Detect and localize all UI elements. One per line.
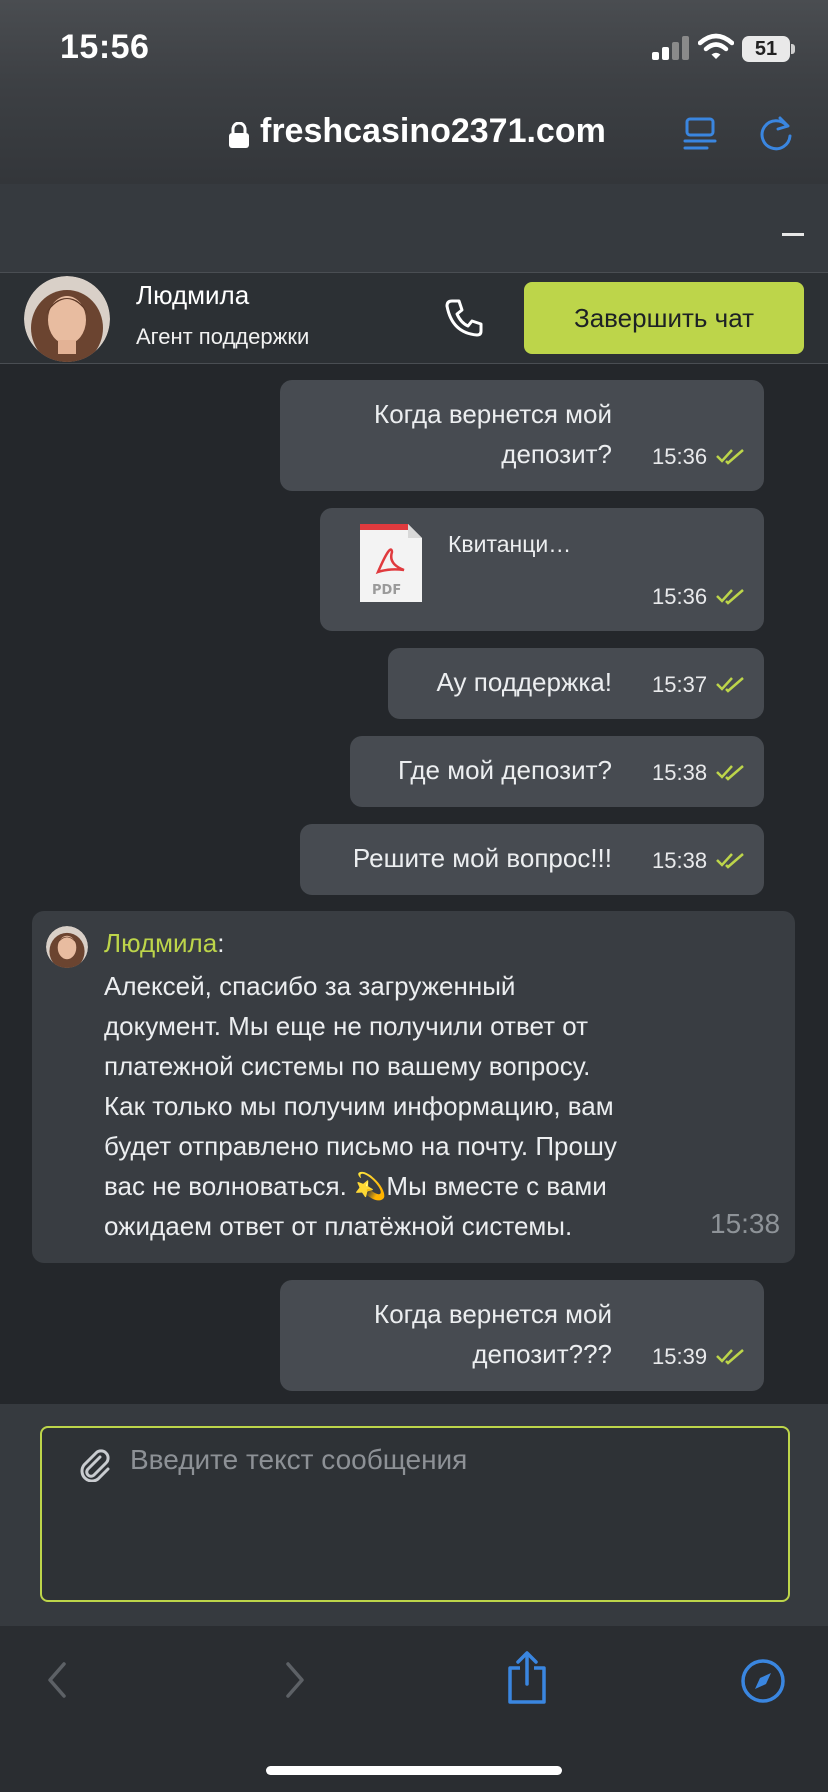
attach-paperclip-icon[interactable] (78, 1448, 112, 1482)
reader-tabs-icon[interactable] (682, 116, 718, 152)
chat-widget-top-strip (0, 184, 828, 272)
message-text: Где мой депозит? (398, 755, 612, 785)
minimize-chat-button[interactable] (782, 233, 804, 236)
message-text: Ау поддержка! (436, 667, 612, 697)
agent-message-line: документ. Мы еще не получили ответ от (104, 1011, 588, 1041)
share-icon[interactable] (504, 1650, 550, 1706)
agent-message-line: платежной системы по вашему вопросу. (104, 1051, 591, 1081)
pdf-badge: PDF (372, 583, 401, 598)
pdf-file-icon: PDF (360, 524, 422, 602)
agent-message-time: 15:38 (710, 1208, 781, 1239)
reload-icon[interactable] (756, 114, 796, 154)
home-indicator (266, 1766, 562, 1775)
message-text: Решите мой вопрос!!! (352, 843, 612, 873)
agent-avatar-small (46, 926, 88, 968)
cellular-signal-icon (652, 36, 690, 60)
file-name: Квитанци… (448, 531, 572, 557)
read-checkmarks-icon (716, 677, 744, 693)
read-checkmarks-icon (716, 765, 744, 781)
back-arrow-icon[interactable] (44, 1660, 70, 1700)
end-chat-button[interactable]: Завершить чат (524, 282, 804, 354)
battery-tip (791, 44, 795, 54)
message-time: 15:36 (652, 444, 708, 469)
read-checkmarks-icon (716, 1349, 744, 1365)
message-text-line: Когда вернется мой (374, 399, 612, 429)
message-input-placeholder: Введите текст сообщения (130, 1444, 468, 1475)
agent-message-line: Алексей, спасибо за загруженный (104, 971, 516, 1001)
agent-avatar (24, 276, 110, 362)
message-time: 15:37 (652, 672, 708, 697)
forward-arrow-icon[interactable] (282, 1660, 308, 1700)
agent-message-line: будет отправлено письмо на почту. Прошу (104, 1131, 617, 1161)
agent-name: Людмила (136, 280, 250, 310)
agent-message-sender: Людмила: (104, 928, 225, 958)
message-text-line: Когда вернется мой (374, 1299, 612, 1329)
agent-message-line: вас не волноваться. 💫Мы вместе с вами (104, 1171, 607, 1201)
message-time: 15:39 (652, 1344, 708, 1369)
agent-message-line: ожидаем ответ от платёжной системы. (104, 1211, 573, 1241)
message-time: 15:36 (652, 584, 708, 609)
phone-icon[interactable] (444, 298, 484, 338)
lock-icon (229, 122, 249, 148)
message-text-line: депозит? (501, 439, 612, 469)
read-checkmarks-icon (716, 449, 744, 465)
read-checkmarks-icon (716, 589, 744, 605)
address-bar-url[interactable]: freshcasino2371.com (260, 112, 606, 151)
agent-message-line: Как только мы получим информацию, вам (104, 1091, 614, 1121)
agent-message-text: Алексей, спасибо за загруженный документ… (104, 966, 704, 1246)
status-time: 15:56 (60, 28, 150, 66)
wifi-icon (698, 33, 734, 59)
agent-role: Агент поддержки (136, 324, 310, 349)
read-checkmarks-icon (716, 853, 744, 869)
battery-icon: 51 (742, 36, 790, 62)
message-text-line: депозит??? (472, 1339, 612, 1369)
message-time: 15:38 (652, 848, 708, 873)
message-time: 15:38 (652, 760, 708, 785)
compass-icon[interactable] (740, 1658, 786, 1704)
